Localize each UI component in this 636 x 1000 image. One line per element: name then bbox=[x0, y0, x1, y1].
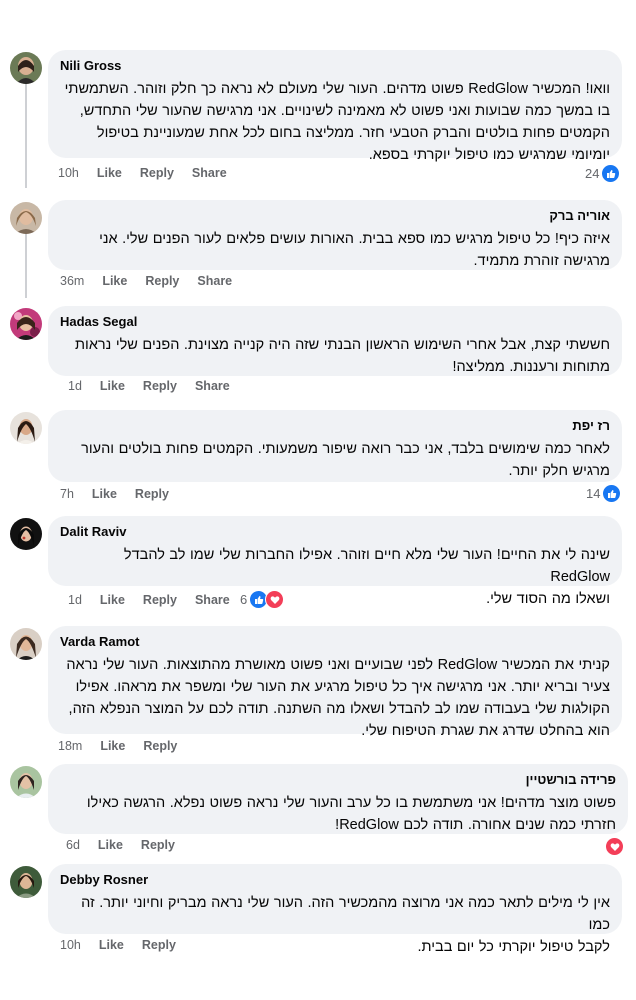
comment-text: וואו! המכשיר RedGlow פשוט מדהים. העור של… bbox=[60, 78, 610, 166]
like-button[interactable]: Like bbox=[99, 938, 124, 952]
comment-timestamp[interactable]: 10h bbox=[58, 166, 79, 180]
comment-line: שינה לי את החיים! העור שלי מלא חיים וזוה… bbox=[123, 547, 610, 585]
comment-timestamp[interactable]: 18m bbox=[58, 739, 82, 753]
reaction-count: 14 bbox=[586, 486, 601, 501]
avatar[interactable] bbox=[10, 308, 42, 340]
like-button[interactable]: Like bbox=[102, 274, 127, 288]
comment-line: איזה כיף! כל טיפול מרגיש כמו ספא בבית. ה… bbox=[99, 231, 610, 247]
like-button[interactable]: Like bbox=[100, 379, 125, 393]
comment-line: מרגישה זוהרת מתמיד. bbox=[473, 253, 610, 269]
commenter-name[interactable]: פרידה בורשטיין bbox=[60, 772, 616, 788]
like-button[interactable]: Like bbox=[98, 838, 123, 852]
commenter-name[interactable]: רז יפת bbox=[60, 418, 610, 434]
reply-button[interactable]: Reply bbox=[145, 274, 179, 288]
comment-line: אין לי מילים לתאר כמה אני מרוצה מהמכשיר … bbox=[81, 895, 610, 933]
avatar[interactable] bbox=[10, 52, 42, 84]
like-button[interactable]: Like bbox=[100, 593, 125, 607]
share-button[interactable]: Share bbox=[195, 593, 230, 607]
comment-line: חזרתי כמה שנים אחורה. תודה לכם RedGlow! bbox=[335, 817, 616, 833]
reaction-summary[interactable] bbox=[605, 837, 624, 856]
comment-bubble: אוריה ברק איזה כיף! כל טיפול מרגיש כמו ס… bbox=[48, 200, 622, 270]
reply-button[interactable]: Reply bbox=[143, 593, 177, 607]
like-button[interactable]: Like bbox=[92, 487, 117, 501]
like-button[interactable]: Like bbox=[100, 739, 125, 753]
comment-bubble: Varda Ramot קניתי את המכשיר RedGlow לפני… bbox=[48, 626, 622, 739]
comment-line: הקולגות שלי בעבודה שמו לב להבדל ושאלו מה… bbox=[68, 701, 610, 717]
comment-line: מתוחות ורעננות. ממליצה! bbox=[452, 359, 610, 375]
comment-actions: 10h Like Reply bbox=[60, 938, 176, 952]
comment-timestamp[interactable]: 7h bbox=[60, 487, 74, 501]
comment-actions: 1d Like Reply Share bbox=[68, 379, 230, 393]
comment-bubble: Nili Gross וואו! המכשיר RedGlow פשוט מדה… bbox=[48, 50, 622, 163]
comment-line: בו במשך כמה שבועות ואני פשוט לא מאמינה ל… bbox=[79, 103, 610, 119]
avatar[interactable] bbox=[10, 866, 42, 898]
like-button[interactable]: Like bbox=[97, 166, 122, 180]
reaction-summary[interactable]: 14 bbox=[586, 484, 622, 503]
comment-bubble: Dalit Raviv שינה לי את החיים! העור שלי מ… bbox=[48, 516, 622, 607]
comment-line: יומיומי שמרגיש כמו טיפול יוקרתי בספא. bbox=[368, 147, 610, 163]
like-reaction-icon bbox=[602, 484, 622, 503]
comment-bubble: Debby Rosner אין לי מילים לתאר כמה אני מ… bbox=[48, 864, 622, 955]
comment-line: וואו! המכשיר RedGlow פשוט מדהים. העור של… bbox=[64, 81, 610, 97]
comment-text: פשוט מוצר מדהים! אני משתמשת בו כל ערב וה… bbox=[60, 792, 616, 836]
share-button[interactable]: Share bbox=[195, 379, 230, 393]
commenter-name[interactable]: Varda Ramot bbox=[60, 634, 610, 650]
comment-line: מרגיש חלק יותר. bbox=[508, 463, 611, 479]
comment-actions: 1d Like Reply Share bbox=[68, 593, 230, 607]
reply-button[interactable]: Reply bbox=[143, 379, 177, 393]
avatar[interactable] bbox=[10, 766, 42, 798]
share-button[interactable]: Share bbox=[192, 166, 227, 180]
love-reaction-icon bbox=[605, 837, 624, 856]
comment-actions: 18m Like Reply bbox=[58, 739, 177, 753]
reply-button[interactable]: Reply bbox=[140, 166, 174, 180]
comment-line: לאחר כמה שימושים בלבד, אני כבר רואה שיפו… bbox=[81, 441, 610, 457]
reaction-summary[interactable]: 6 bbox=[240, 590, 285, 609]
comment-timestamp[interactable]: 1d bbox=[68, 379, 82, 393]
comment-bubble: פרידה בורשטיין פשוט מוצר מדהים! אני משתמ… bbox=[48, 764, 628, 834]
comment-line: הקמטים פחות בולטים והברק הטבעי חזר. ממלי… bbox=[96, 125, 610, 141]
reply-button[interactable]: Reply bbox=[143, 739, 177, 753]
comment-timestamp[interactable]: 1d bbox=[68, 593, 82, 607]
comment-text: קניתי את המכשיר RedGlow לפני שבועיים ואנ… bbox=[60, 654, 610, 742]
avatar[interactable] bbox=[10, 202, 42, 234]
reaction-summary[interactable]: 24 bbox=[585, 164, 621, 183]
avatar[interactable] bbox=[10, 518, 42, 550]
commenter-name[interactable]: Dalit Raviv bbox=[60, 524, 610, 540]
comment-bubble: רז יפת לאחר כמה שימושים בלבד, אני כבר רו… bbox=[48, 410, 622, 482]
commenter-name[interactable]: Nili Gross bbox=[60, 58, 610, 74]
like-reaction-icon bbox=[601, 164, 621, 183]
comment-actions: 6d Like Reply bbox=[66, 838, 175, 852]
reply-button[interactable]: Reply bbox=[135, 487, 169, 501]
love-reaction-icon bbox=[265, 590, 285, 609]
comment-text: לאחר כמה שימושים בלבד, אני כבר רואה שיפו… bbox=[60, 438, 610, 482]
comment-timestamp[interactable]: 10h bbox=[60, 938, 81, 952]
comment-line: קניתי את המכשיר RedGlow לפני שבועיים ואנ… bbox=[66, 657, 610, 673]
reaction-count: 6 bbox=[240, 592, 248, 607]
reply-button[interactable]: Reply bbox=[142, 938, 176, 952]
commenter-name[interactable]: אוריה ברק bbox=[60, 208, 610, 224]
comment-bubble: Hadas Segal חששתי קצת, אבל אחרי השימוש ה… bbox=[48, 306, 622, 376]
comment-actions: 10h Like Reply Share bbox=[58, 166, 227, 180]
comment-line: פשוט מוצר מדהים! אני משתמשת בו כל ערב וה… bbox=[86, 795, 616, 811]
avatar[interactable] bbox=[10, 412, 42, 444]
avatar[interactable] bbox=[10, 628, 42, 660]
comment-line: צעיר ובריא יותר. אני מרגישה איך כל טיפול… bbox=[75, 679, 610, 695]
comment-text: איזה כיף! כל טיפול מרגיש כמו ספא בבית. ה… bbox=[60, 228, 610, 272]
commenter-name[interactable]: Debby Rosner bbox=[60, 872, 610, 888]
comment-actions: 7h Like Reply bbox=[60, 487, 169, 501]
thread-line bbox=[25, 228, 27, 298]
share-button[interactable]: Share bbox=[197, 274, 232, 288]
comment-actions: 36m Like Reply Share bbox=[60, 274, 232, 288]
commenter-name[interactable]: Hadas Segal bbox=[60, 314, 610, 330]
reply-button[interactable]: Reply bbox=[141, 838, 175, 852]
comment-line: חששתי קצת, אבל אחרי השימוש הראשון הבנתי … bbox=[75, 337, 610, 353]
comment-text: חששתי קצת, אבל אחרי השימוש הראשון הבנתי … bbox=[60, 334, 610, 378]
comment-timestamp[interactable]: 36m bbox=[60, 274, 84, 288]
comment-timestamp[interactable]: 6d bbox=[66, 838, 80, 852]
reaction-count: 24 bbox=[585, 166, 600, 181]
thread-line bbox=[25, 84, 27, 188]
